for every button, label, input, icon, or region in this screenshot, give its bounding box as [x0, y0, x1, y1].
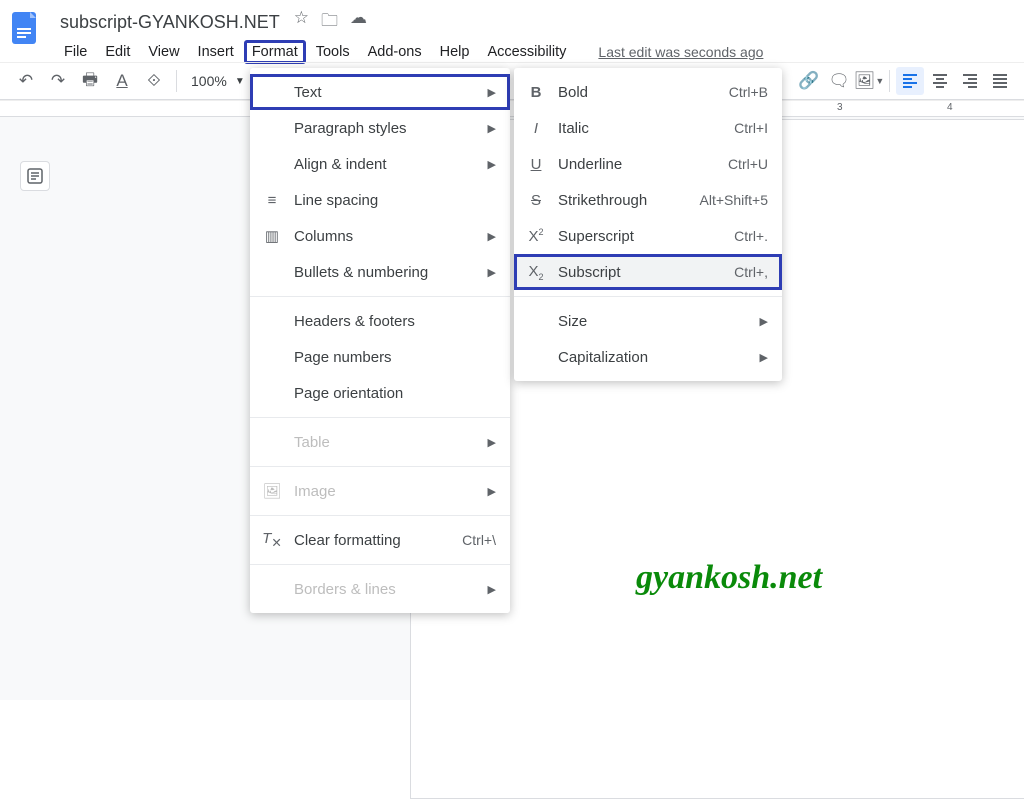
underline-icon: U	[526, 156, 546, 173]
menu-item-clear-formatting[interactable]: T✕Clear formattingCtrl+\	[250, 522, 510, 558]
move-icon[interactable]: 🗀	[321, 8, 338, 37]
menu-item-headers-footers[interactable]: Headers & footers	[250, 303, 510, 339]
menu-edit[interactable]: Edit	[97, 40, 138, 64]
menu-format[interactable]: Format	[244, 40, 306, 64]
document-title[interactable]: subscript-GYANKOSH.NET	[56, 10, 284, 35]
menu-item-line-spacing[interactable]: ≡Line spacing	[250, 182, 510, 218]
menu-separator	[250, 466, 510, 467]
zoom-selector[interactable]: 100%▼	[185, 73, 251, 89]
menu-item-image: 🖼Image▶	[250, 473, 510, 509]
menu-accessibility[interactable]: Accessibility	[479, 40, 574, 64]
menu-separator	[250, 417, 510, 418]
menu-separator	[250, 515, 510, 516]
menu-item-text[interactable]: Text▶	[250, 74, 510, 110]
menu-file[interactable]: File	[56, 40, 95, 64]
format-menu: Text▶ Paragraph styles▶ Align & indent▶ …	[250, 68, 510, 613]
menu-item-page-numbers[interactable]: Page numbers	[250, 339, 510, 375]
editor-canvas: 3 4	[0, 100, 1024, 700]
image-insert-icon[interactable]: 🖼 ▼	[855, 67, 883, 95]
align-left-icon[interactable]	[896, 67, 924, 95]
comment-icon[interactable]: 🗨	[825, 67, 853, 95]
menu-addons[interactable]: Add-ons	[360, 40, 430, 64]
italic-icon: I	[526, 120, 546, 137]
menu-item-page-orientation[interactable]: Page orientation	[250, 375, 510, 411]
menu-item-columns[interactable]: ▥Columns▶	[250, 218, 510, 254]
redo-icon[interactable]: ↷	[44, 67, 72, 95]
menu-item-capitalization[interactable]: Capitalization▶	[514, 339, 782, 375]
watermark-text: gyankosh.net	[636, 559, 822, 597]
undo-icon[interactable]: ↶	[12, 67, 40, 95]
bold-icon: B	[526, 84, 546, 101]
last-edit-link[interactable]: Last edit was seconds ago	[590, 40, 771, 64]
menu-item-superscript[interactable]: X2SuperscriptCtrl+.	[514, 218, 782, 254]
align-center-icon[interactable]	[926, 67, 954, 95]
separator	[176, 70, 177, 92]
print-icon[interactable]: 🖶	[76, 67, 104, 95]
paint-format-icon[interactable]: ⟐	[140, 67, 168, 95]
menu-item-align-indent[interactable]: Align & indent▶	[250, 146, 510, 182]
spellcheck-icon[interactable]: A	[108, 67, 136, 95]
menu-item-size[interactable]: Size▶	[514, 303, 782, 339]
menu-view[interactable]: View	[140, 40, 187, 64]
separator	[889, 70, 890, 92]
menu-item-italic[interactable]: IItalicCtrl+I	[514, 110, 782, 146]
menu-insert[interactable]: Insert	[190, 40, 242, 64]
line-spacing-icon: ≡	[262, 192, 282, 209]
menu-item-borders-lines: Borders & lines▶	[250, 571, 510, 607]
align-right-icon[interactable]	[956, 67, 984, 95]
cloud-icon[interactable]: ☁	[350, 8, 367, 37]
menu-item-table: Table▶	[250, 424, 510, 460]
menu-item-underline[interactable]: UUnderlineCtrl+U	[514, 146, 782, 182]
menu-separator	[250, 296, 510, 297]
link-icon[interactable]: 🔗	[795, 67, 823, 95]
superscript-icon: X2	[526, 227, 546, 245]
toolbar: ↶ ↷ 🖶 A ⟐ 100%▼ 🔗 🗨 🖼 ▼	[0, 62, 1024, 100]
star-icon[interactable]: ☆	[294, 8, 309, 37]
menu-help[interactable]: Help	[432, 40, 478, 64]
clear-formatting-icon: T✕	[262, 530, 282, 550]
image-icon: 🖼	[262, 482, 282, 500]
menu-item-subscript[interactable]: X2SubscriptCtrl+,	[514, 254, 782, 290]
subscript-icon: X2	[526, 263, 546, 282]
menu-item-bullets-numbering[interactable]: Bullets & numbering▶	[250, 254, 510, 290]
menu-item-paragraph-styles[interactable]: Paragraph styles▶	[250, 110, 510, 146]
outline-toggle-icon[interactable]	[20, 161, 50, 191]
align-justify-icon[interactable]	[986, 67, 1014, 95]
columns-icon: ▥	[262, 227, 282, 245]
ruler[interactable]: 3 4	[0, 101, 1024, 117]
strikethrough-icon: S	[526, 192, 546, 209]
menu-separator	[514, 296, 782, 297]
menu-item-bold[interactable]: BBoldCtrl+B	[514, 74, 782, 110]
menu-tools[interactable]: Tools	[308, 40, 358, 64]
text-submenu: BBoldCtrl+B IItalicCtrl+I UUnderlineCtrl…	[514, 68, 782, 381]
menu-item-strikethrough[interactable]: SStrikethroughAlt+Shift+5	[514, 182, 782, 218]
menubar: File Edit View Insert Format Tools Add-o…	[56, 40, 1012, 64]
docs-logo-icon[interactable]	[8, 10, 48, 50]
menu-separator	[250, 564, 510, 565]
